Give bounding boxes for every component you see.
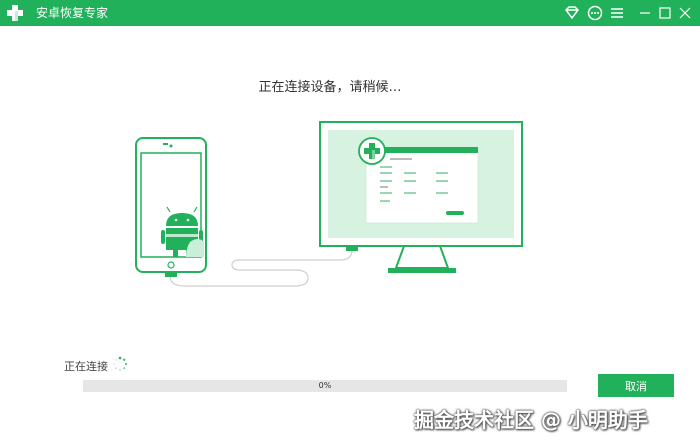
minimize-icon[interactable] [636,4,654,22]
progress-label: 0% [318,381,332,390]
watermark: 掘金技术社区 @ 小明助手 [414,408,648,432]
app-logo-icon [7,5,23,21]
chat-icon[interactable] [586,4,604,22]
cancel-button[interactable]: 取消 [598,374,674,397]
connection-illustration [135,121,523,287]
page-heading: 正在连接设备，请稍候… [258,80,402,95]
app-title: 安卓恢复专家 [36,6,109,20]
title-bar: 安卓恢复专家 [0,0,700,26]
status-label: 正在连接 [64,360,108,373]
close-icon[interactable] [676,4,694,22]
maximize-icon[interactable] [656,4,674,22]
menu-icon[interactable] [608,4,626,22]
diamond-icon[interactable] [563,4,581,22]
app-logo-badge-icon [358,137,386,165]
loading-spinner-icon [113,356,128,371]
progress-bar: 0% [83,380,567,392]
